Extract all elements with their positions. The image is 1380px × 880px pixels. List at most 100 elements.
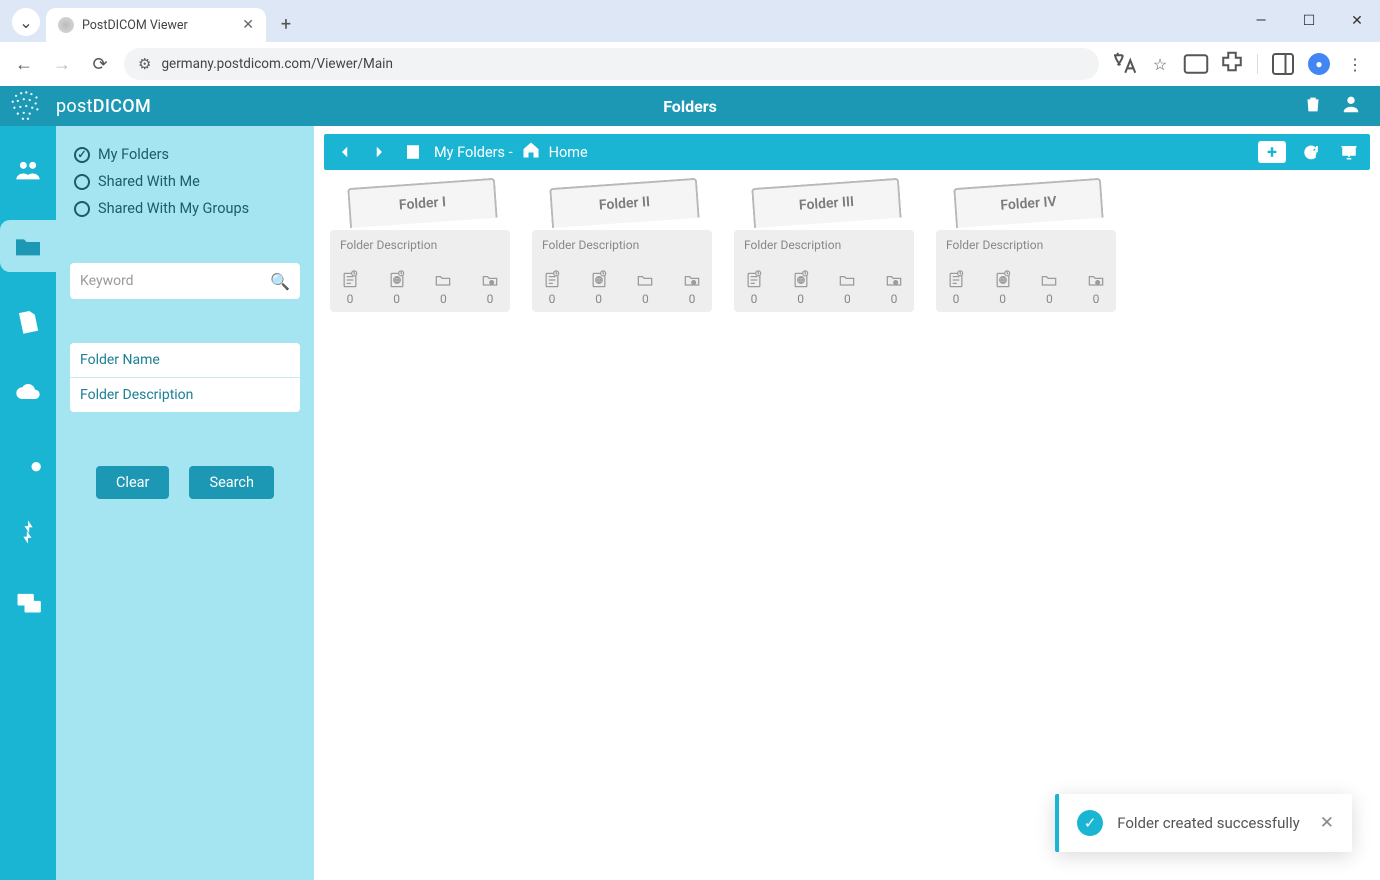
- clear-button[interactable]: Clear: [96, 466, 169, 499]
- folder-filter-inputs: [70, 343, 300, 412]
- browser-tab[interactable]: PostDICOM Viewer ✕: [46, 8, 266, 42]
- folder-card[interactable]: Folder III Folder Description 0000: [734, 186, 914, 312]
- folder-description: Folder Description: [542, 238, 702, 252]
- radio-checked-icon: [74, 147, 90, 163]
- nav-back-button[interactable]: [332, 139, 358, 165]
- profile-icon[interactable]: ●: [1304, 49, 1334, 79]
- cast-icon[interactable]: [1181, 49, 1211, 79]
- rail-upload[interactable]: [8, 372, 48, 412]
- folder-card[interactable]: Folder I Folder Description 0000: [330, 186, 510, 312]
- nav-up-button[interactable]: [400, 139, 426, 165]
- radio-unchecked-icon: [74, 201, 90, 217]
- nav-rail: [0, 126, 56, 880]
- home-icon[interactable]: [521, 140, 541, 164]
- folder-description-input[interactable]: [70, 378, 300, 412]
- app: postDICOM Folders My Folders Shared With…: [0, 86, 1380, 880]
- sidepanel-icon[interactable]: [1268, 49, 1298, 79]
- user-icon[interactable]: [1340, 93, 1362, 119]
- search-icon[interactable]: 🔍: [270, 272, 290, 291]
- folder-description: Folder Description: [340, 238, 500, 252]
- folder-name: Folder III: [798, 194, 854, 214]
- tab-title: PostDICOM Viewer: [82, 18, 188, 33]
- folder-stat: 0: [1039, 270, 1059, 306]
- breadcrumb-prefix: My Folders -: [434, 144, 513, 161]
- folder-stat: 0: [744, 270, 764, 306]
- folder-card[interactable]: Folder IV Folder Description 0000: [936, 186, 1116, 312]
- folder-stat: 0: [837, 270, 857, 306]
- radio-unchecked-icon: [74, 174, 90, 190]
- folder-description: Folder Description: [946, 238, 1106, 252]
- rail-reports[interactable]: [8, 302, 48, 342]
- trash-icon[interactable]: [1302, 93, 1324, 119]
- folder-description: Folder Description: [744, 238, 904, 252]
- presentation-button[interactable]: [1336, 139, 1362, 165]
- close-window-icon[interactable]: ✕: [1334, 0, 1380, 42]
- folder-name: Folder II: [598, 194, 650, 214]
- brand-logo-icon: [0, 86, 56, 126]
- new-tab-button[interactable]: +: [272, 10, 300, 38]
- minimize-icon[interactable]: —: [1238, 0, 1284, 42]
- bookmark-icon[interactable]: ☆: [1145, 49, 1175, 79]
- window-controls: — ☐ ✕: [1238, 0, 1380, 42]
- site-info-icon[interactable]: ⚙: [138, 55, 151, 73]
- folder-stat: 0: [993, 270, 1013, 306]
- folder-scope-radio-group: My Folders Shared With Me Shared With My…: [70, 146, 300, 217]
- rail-worklist[interactable]: [8, 442, 48, 482]
- brand-text: postDICOM: [56, 96, 151, 117]
- folder-name: Folder IV: [1000, 194, 1057, 214]
- breadcrumb-home[interactable]: Home: [549, 144, 588, 161]
- nav-forward-button[interactable]: [366, 139, 392, 165]
- folder-stat: 0: [884, 270, 904, 306]
- keyword-search[interactable]: 🔍: [70, 263, 300, 299]
- main-content: My Folders - Home + Folder I Folder Desc…: [314, 126, 1380, 880]
- toast-close-icon[interactable]: ✕: [1320, 813, 1334, 833]
- tab-search-icon[interactable]: ⌄: [12, 8, 40, 36]
- maximize-icon[interactable]: ☐: [1286, 0, 1332, 42]
- folder-stat: 0: [1086, 270, 1106, 306]
- rail-share[interactable]: [8, 582, 48, 622]
- folder-grid: Folder I Folder Description 0000 Folder …: [324, 170, 1370, 328]
- app-header: postDICOM Folders: [0, 86, 1380, 126]
- keyword-input[interactable]: [80, 273, 270, 289]
- page-title: Folders: [0, 97, 1380, 116]
- folder-stat: 0: [682, 270, 702, 306]
- folder-stat: 0: [542, 270, 562, 306]
- folder-stat: 0: [340, 270, 360, 306]
- folder-stat: 0: [791, 270, 811, 306]
- rail-sync[interactable]: [8, 512, 48, 552]
- translate-icon[interactable]: [1109, 49, 1139, 79]
- menu-icon[interactable]: ⋮: [1340, 49, 1370, 79]
- folder-name: Folder I: [398, 194, 446, 213]
- favicon-icon: [58, 17, 74, 33]
- url-text: germany.postdicom.com/Viewer/Main: [161, 56, 392, 72]
- folder-card[interactable]: Folder II Folder Description 0000: [532, 186, 712, 312]
- radio-shared-with-groups[interactable]: Shared With My Groups: [74, 200, 300, 217]
- forward-button[interactable]: →: [48, 50, 76, 78]
- check-icon: ✓: [1077, 810, 1103, 836]
- folder-stat: 0: [480, 270, 500, 306]
- add-folder-button[interactable]: +: [1258, 141, 1286, 163]
- toast-success: ✓ Folder created successfully ✕: [1055, 794, 1352, 852]
- search-button[interactable]: Search: [189, 466, 274, 499]
- reload-button[interactable]: ⟳: [86, 50, 114, 78]
- folder-stat: 0: [433, 270, 453, 306]
- tab-strip: ⌄ PostDICOM Viewer ✕ + — ☐ ✕: [0, 0, 1380, 42]
- breadcrumb-toolbar: My Folders - Home +: [324, 134, 1370, 170]
- folder-name-input[interactable]: [70, 343, 300, 378]
- radio-my-folders[interactable]: My Folders: [74, 146, 300, 163]
- toast-message: Folder created successfully: [1117, 814, 1300, 832]
- folder-stat: 0: [387, 270, 407, 306]
- refresh-button[interactable]: [1298, 139, 1324, 165]
- sort-icon[interactable]: [1264, 93, 1286, 119]
- rail-patients[interactable]: [8, 150, 48, 190]
- folder-stat: 0: [946, 270, 966, 306]
- extensions-icon[interactable]: [1217, 49, 1247, 79]
- side-panel: My Folders Shared With Me Shared With My…: [56, 126, 314, 880]
- tab-close-icon[interactable]: ✕: [242, 17, 254, 33]
- radio-shared-with-me[interactable]: Shared With Me: [74, 173, 300, 190]
- folder-stat: 0: [635, 270, 655, 306]
- back-button[interactable]: ←: [10, 50, 38, 78]
- rail-folders[interactable]: [0, 220, 56, 272]
- address-row: ← → ⟳ ⚙ germany.postdicom.com/Viewer/Mai…: [0, 42, 1380, 86]
- address-bar[interactable]: ⚙ germany.postdicom.com/Viewer/Main: [124, 48, 1099, 80]
